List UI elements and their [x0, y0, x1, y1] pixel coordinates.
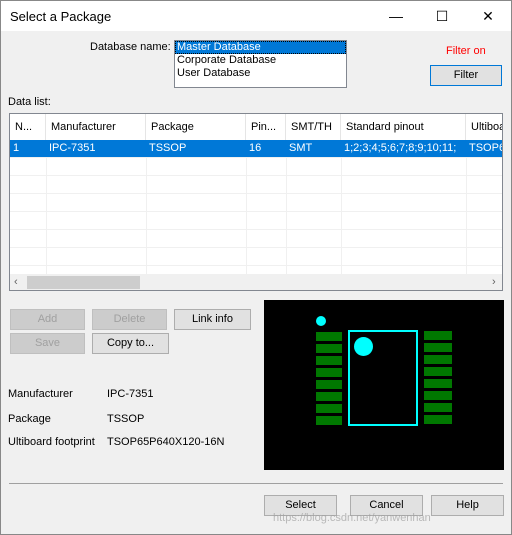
pad	[424, 343, 452, 352]
grid-row-line	[10, 265, 502, 266]
grid-row-line	[10, 193, 502, 194]
copy-to-button[interactable]: Copy to...	[92, 333, 169, 354]
window-title: Select a Package	[10, 9, 112, 24]
pad	[316, 332, 342, 341]
pad	[424, 355, 452, 364]
database-name-label: Database name:	[90, 41, 171, 53]
grid-row-line	[10, 229, 502, 230]
footprint-value: TSOP65P640X120-16N	[107, 436, 225, 448]
pin1-marker	[354, 337, 373, 356]
cell-package: TSSOP	[149, 142, 187, 154]
grid-column-line	[246, 157, 247, 274]
scroll-right-icon[interactable]: ›	[492, 276, 496, 288]
database-listbox[interactable]: Master Database Corporate Database User …	[174, 40, 347, 88]
column-header-smt-th[interactable]: SMT/TH	[286, 114, 341, 141]
column-header-package[interactable]: Package	[146, 114, 246, 141]
title-bar: Select a Package — ☐ ✕	[1, 1, 511, 31]
table-row[interactable]: 1 IPC-7351 TSSOP 16 SMT 1;2;3;4;5;6;7;8;…	[10, 140, 502, 157]
database-option-master[interactable]: Master Database	[175, 41, 346, 54]
cell-smt-th: SMT	[289, 142, 313, 154]
pad	[316, 356, 342, 365]
cell-number: 1	[13, 142, 20, 154]
pad	[316, 404, 342, 413]
column-header-pins[interactable]: Pin...	[246, 114, 286, 141]
minimize-button[interactable]: —	[373, 1, 419, 31]
pad	[424, 415, 452, 424]
pad	[316, 368, 342, 377]
grid-column-line	[286, 157, 287, 274]
database-option-user[interactable]: User Database	[175, 67, 346, 80]
pad	[424, 403, 452, 412]
cell-ultiboard: TSOP65	[469, 142, 502, 154]
grid-column-line	[46, 157, 47, 274]
data-list-table[interactable]: N... Manufacturer Package Pin... SMT/TH …	[9, 113, 503, 291]
pad	[424, 367, 452, 376]
save-button[interactable]: Save	[10, 333, 85, 354]
scroll-left-icon[interactable]: ‹	[14, 276, 18, 288]
manufacturer-value: IPC-7351	[107, 388, 154, 400]
grid-row-line	[10, 157, 502, 158]
filter-status: Filter on	[446, 45, 486, 57]
footprint-preview	[264, 300, 504, 470]
pad	[316, 416, 342, 425]
grid-column-line	[466, 157, 467, 274]
help-button[interactable]: Help	[431, 495, 504, 516]
pad	[424, 331, 452, 340]
pad	[316, 344, 342, 353]
grid-row-line	[10, 247, 502, 248]
maximize-button[interactable]: ☐	[419, 1, 465, 31]
column-header-number[interactable]: N...	[10, 114, 46, 141]
package-label: Package	[8, 413, 51, 425]
column-header-standard-pinout[interactable]: Standard pinout	[341, 114, 466, 141]
grid-row-line	[10, 175, 502, 176]
pad	[424, 379, 452, 388]
scrollbar-thumb[interactable]	[27, 276, 140, 289]
database-option-corporate[interactable]: Corporate Database	[175, 54, 346, 67]
add-button[interactable]: Add	[10, 309, 85, 330]
watermark: https://blog.csdn.net/yanwenhan	[273, 512, 431, 524]
pad	[316, 380, 342, 389]
cell-standard-pinout: 1;2;3;4;5;6;7;8;9;10;11;	[344, 142, 457, 154]
grid-column-line	[146, 157, 147, 274]
cell-pins: 16	[249, 142, 262, 154]
horizontal-scrollbar[interactable]: ‹ ›	[10, 274, 502, 290]
pad	[316, 392, 342, 401]
link-info-button[interactable]: Link info	[174, 309, 251, 330]
pad	[424, 391, 452, 400]
data-list-label: Data list:	[8, 96, 51, 108]
delete-button[interactable]: Delete	[92, 309, 167, 330]
cell-manufacturer: IPC-7351	[49, 142, 96, 154]
footprint-label: Ultiboard footprint	[8, 436, 95, 448]
grid-column-line	[341, 157, 342, 274]
origin-marker	[316, 316, 326, 326]
package-value: TSSOP	[107, 413, 145, 425]
manufacturer-label: Manufacturer	[8, 388, 73, 400]
grid-row-line	[10, 211, 502, 212]
column-header-manufacturer[interactable]: Manufacturer	[46, 114, 146, 141]
select-package-dialog: Select a Package — ☐ ✕ Database name: Ma…	[0, 0, 512, 535]
column-header-ultiboard[interactable]: Ultiboa	[466, 114, 502, 141]
filter-button[interactable]: Filter	[430, 65, 502, 86]
divider	[9, 483, 503, 484]
close-button[interactable]: ✕	[465, 1, 511, 31]
